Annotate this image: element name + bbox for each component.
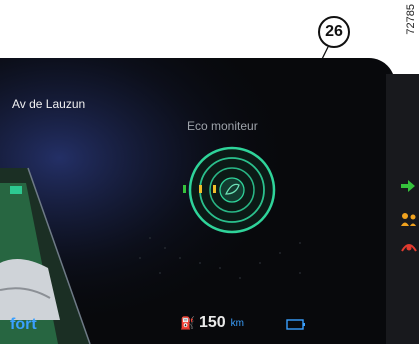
- arrow-right-indicator-icon: [401, 180, 415, 192]
- street-name: Av de Lauzun: [12, 97, 86, 111]
- drive-mode-label: fort: [10, 316, 37, 333]
- range-value: 150: [198, 314, 226, 331]
- eco-monitor-label: Eco moniteur: [187, 119, 258, 133]
- range-readout: ⛽ 150 km: [180, 314, 244, 332]
- lane-marker: [10, 186, 22, 194]
- image-id: 72785: [405, 4, 417, 35]
- driver-assist-indicator-icon: [401, 213, 416, 226]
- fuel-pump-icon: ⛽: [180, 316, 195, 330]
- range-unit: km: [230, 317, 244, 329]
- warning-indicator-icon: [401, 244, 417, 252]
- cluster-side-panel: [386, 74, 419, 344]
